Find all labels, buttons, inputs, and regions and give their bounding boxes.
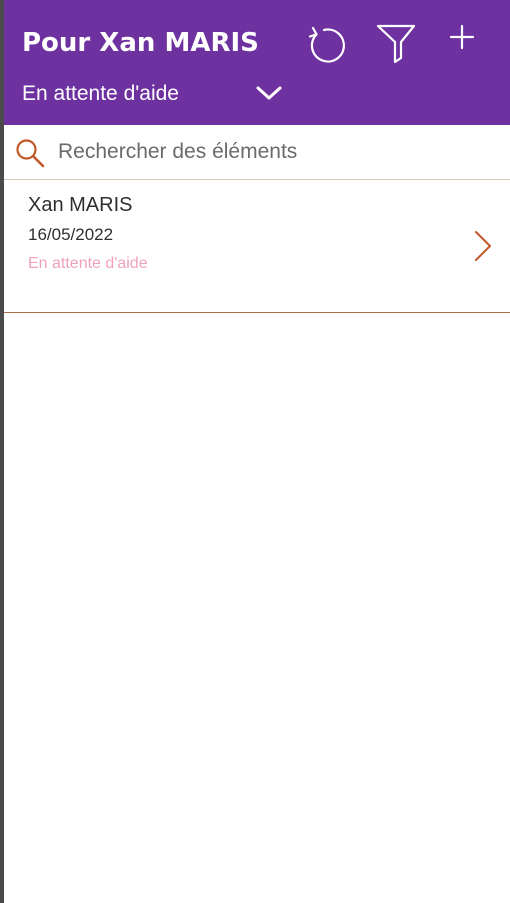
list-item[interactable]: Xan MARIS 16/05/2022 En attente d'aide [4,180,510,313]
refresh-icon [308,26,346,63]
search-input[interactable] [54,135,502,169]
filter-button[interactable] [374,22,418,66]
item-name: Xan MARIS [28,194,133,216]
chevron-down-icon [256,86,282,100]
search-bar [4,125,510,180]
item-date: 16/05/2022 [28,225,114,244]
add-button[interactable] [442,18,482,58]
add-icon [449,24,475,50]
app-header: Pour Xan MARIS En attente d'aide [4,0,510,125]
search-icon [16,139,45,168]
status-filter-dropdown[interactable]: En attente d'aide [22,78,292,112]
filter-icon [376,24,416,64]
status-filter-label: En attente d'aide [22,82,179,105]
refresh-button[interactable] [302,24,346,68]
page-title: Pour Xan MARIS [22,28,259,58]
chevron-right-icon[interactable] [470,228,494,264]
item-status: En attente d'aide [28,255,148,272]
